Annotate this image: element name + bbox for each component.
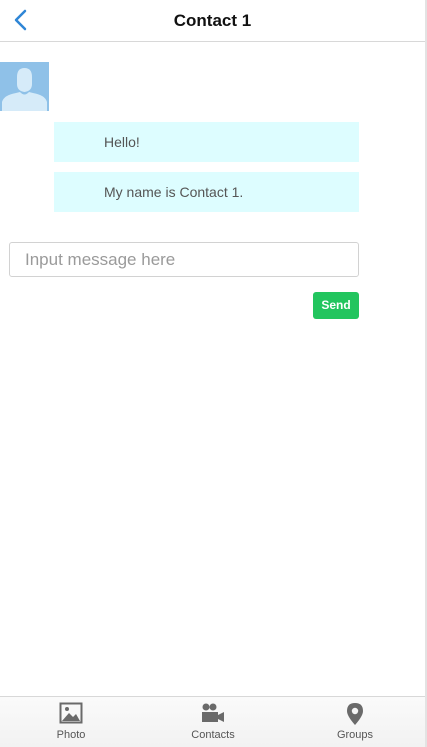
tab-contacts[interactable]: Contacts — [142, 697, 284, 747]
photo-icon — [59, 702, 83, 724]
tab-photo[interactable]: Photo — [0, 697, 142, 747]
person-avatar-icon — [0, 62, 49, 111]
map-pin-icon — [347, 703, 363, 725]
avatar — [0, 62, 49, 111]
tab-label: Photo — [56, 729, 86, 741]
bottom-tab-bar: Photo Contacts Groups — [0, 696, 425, 747]
tab-label: Contacts — [191, 729, 235, 741]
page-title: Contact 1 — [173, 11, 252, 30]
message-bubble: My name is Contact 1. — [54, 172, 359, 212]
tab-label: Groups — [336, 729, 374, 741]
navigation-header: Contact 1 — [0, 0, 425, 42]
message-bubble: Hello! — [54, 122, 359, 162]
video-camera-icon — [202, 703, 224, 722]
tab-groups[interactable]: Groups — [284, 697, 426, 747]
message-input[interactable] — [9, 242, 359, 277]
send-button[interactable]: Send — [313, 292, 359, 319]
